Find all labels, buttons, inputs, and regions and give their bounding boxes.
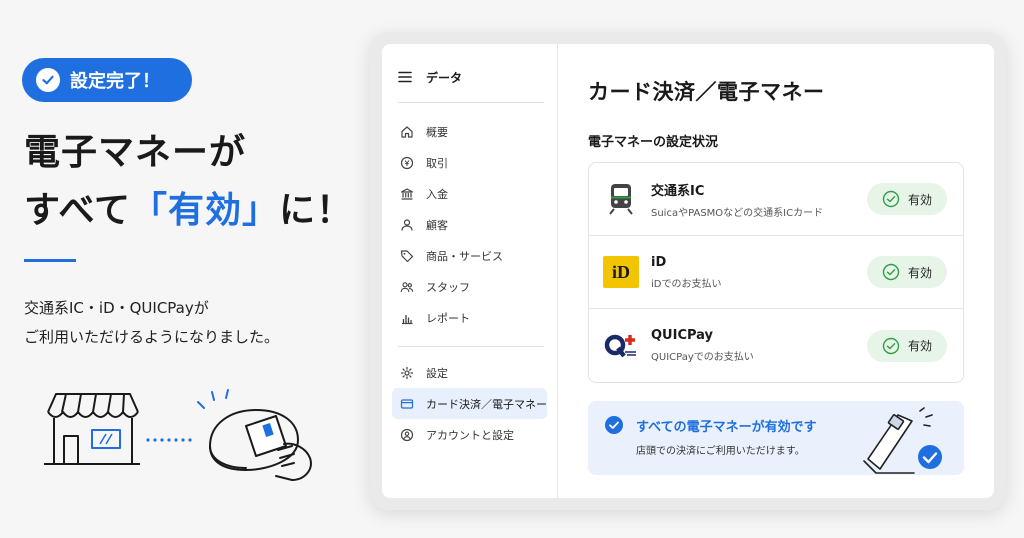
emoney-desc: iDでのお支払い — [651, 278, 722, 290]
account-icon — [400, 428, 414, 441]
sidebar-item-products[interactable]: 商品・サービス — [392, 240, 547, 271]
sidebar-item-card-payment[interactable]: カード決済／電子マネー — [392, 388, 547, 419]
headline-line1: 電子マネーが — [24, 132, 247, 173]
emoney-status-list: 交通系IC SuicaやPASMOなどの交通系ICカード 有効 iD iD iD… — [588, 162, 964, 383]
emoney-desc: QUICPayでのお支払い — [651, 352, 754, 363]
sidebar-item-label: カード決済／電子マネー — [426, 397, 547, 411]
check-circle-icon — [882, 337, 900, 354]
sidebar-divider — [398, 346, 544, 347]
emoney-row-id[interactable]: iD iD iDでのお支払い 有効 — [589, 236, 963, 309]
emoney-row-quicpay[interactable]: QUICPay QUICPayでのお支払い 有効 — [589, 309, 963, 382]
gear-icon — [400, 366, 414, 379]
payment-terminal-icon — [863, 407, 942, 474]
emoney-info: 交通系IC SuicaやPASMOなどの交通系ICカード — [651, 180, 867, 219]
dotted-connector — [146, 438, 192, 442]
sidebar-item-label: レポート — [426, 311, 470, 325]
emoney-row-transit-ic[interactable]: 交通系IC SuicaやPASMOなどの交通系ICカード 有効 — [589, 163, 963, 236]
sidebar-item-account[interactable]: アカウントと設定 — [392, 419, 547, 450]
card-icon — [400, 398, 414, 409]
sidebar-divider — [398, 102, 544, 103]
svg-text:iD: iD — [612, 262, 630, 282]
sidebar-title: データ — [426, 70, 463, 85]
bank-icon — [400, 187, 414, 200]
check-icon — [36, 68, 60, 92]
quicpay-logo-icon — [603, 328, 639, 364]
badge-label: 設定完了！ — [70, 71, 160, 92]
headline-line2: すべて「有効」に！ — [24, 190, 354, 231]
emoney-info: iD iDでのお支払い — [651, 255, 867, 290]
emoney-name: iD — [651, 254, 667, 270]
sidebar-item-label: 取引 — [426, 156, 448, 170]
sidebar-item-settings[interactable]: 設定 — [392, 357, 547, 388]
emoney-info: QUICPay QUICPayでのお支払い — [651, 328, 867, 363]
store-icon — [44, 393, 140, 465]
id-logo-icon: iD — [603, 254, 639, 290]
yen-icon — [400, 156, 414, 169]
sidebar-item-overview[interactable]: 概要 — [392, 116, 547, 147]
home-icon — [401, 125, 413, 138]
train-icon — [603, 181, 639, 217]
emoney-desc: SuicaやPASMOなどの交通系ICカード — [651, 207, 824, 219]
hero-headline: 電子マネーが すべて「有効」に！ — [24, 124, 353, 240]
sidebar-item-label: 設定 — [426, 366, 448, 380]
status-label: 有効 — [907, 192, 932, 207]
status-label: 有効 — [907, 339, 932, 353]
card-reader-icon — [197, 389, 312, 481]
sidebar-nav-secondary: 設定 カード決済／電子マネー アカウントと設定 — [392, 357, 547, 450]
menu-icon[interactable] — [398, 68, 412, 87]
sidebar-item-transactions[interactable]: 取引 — [392, 147, 547, 178]
sidebar-item-deposits[interactable]: 入金 — [392, 178, 547, 209]
status-badge: 有効 — [867, 256, 947, 288]
hero-subtext: 交通系IC・iD・QUICPayが ご利用いただけるようになりました。 — [24, 299, 280, 346]
sidebar: データ 概要 取引 入金 顧客 商品・サービス スタッフ レポート 設定 カード… — [382, 44, 558, 498]
sidebar-header: データ — [392, 66, 547, 88]
check-circle-icon — [605, 416, 623, 434]
banner-title-text: すべての電子マネーが有効です — [636, 419, 817, 435]
accent-divider — [24, 259, 76, 262]
sidebar-item-label: アカウントと設定 — [426, 428, 514, 442]
sidebar-item-label: 入金 — [426, 187, 448, 201]
tag-icon — [400, 249, 414, 262]
person-icon — [401, 218, 413, 231]
sidebar-nav-primary: 概要 取引 入金 顧客 商品・サービス スタッフ レポート — [392, 116, 547, 333]
page-title: カード決済／電子マネー — [588, 80, 825, 104]
emoney-name: 交通系IC — [651, 183, 705, 199]
main-panel: カード決済／電子マネー 電子マネーの設定状況 交通系IC SuicaやPASMO… — [558, 44, 994, 498]
status-label: 有効 — [907, 265, 932, 280]
sidebar-item-customers[interactable]: 顧客 — [392, 209, 547, 240]
sidebar-item-staff[interactable]: スタッフ — [392, 271, 547, 302]
headline-accent: 「有効」 — [131, 190, 280, 231]
sidebar-item-label: 概要 — [426, 125, 448, 139]
chart-icon — [402, 314, 413, 324]
emoney-name: QUICPay — [651, 328, 714, 343]
check-circle-icon — [882, 190, 900, 208]
check-circle-icon — [882, 263, 900, 281]
people-icon — [400, 281, 414, 292]
app-window: データ 概要 取引 入金 顧客 商品・サービス スタッフ レポート 設定 カード… — [370, 32, 1006, 510]
all-enabled-banner: すべての電子マネーが有効です 店頭での決済にご利用いただけます。 — [588, 401, 964, 475]
setup-complete-badge: 設定完了！ — [22, 58, 192, 102]
sidebar-item-label: 顧客 — [426, 218, 448, 232]
sidebar-item-reports[interactable]: レポート — [392, 302, 547, 333]
store-payment-illustration — [44, 389, 312, 481]
sidebar-item-label: 商品・サービス — [426, 249, 503, 263]
sidebar-item-label: スタッフ — [426, 280, 470, 294]
section-title: 電子マネーの設定状況 — [588, 135, 719, 150]
status-badge: 有効 — [867, 329, 947, 362]
app-content: データ 概要 取引 入金 顧客 商品・サービス スタッフ レポート 設定 カード… — [382, 44, 994, 498]
status-badge: 有効 — [867, 183, 947, 215]
